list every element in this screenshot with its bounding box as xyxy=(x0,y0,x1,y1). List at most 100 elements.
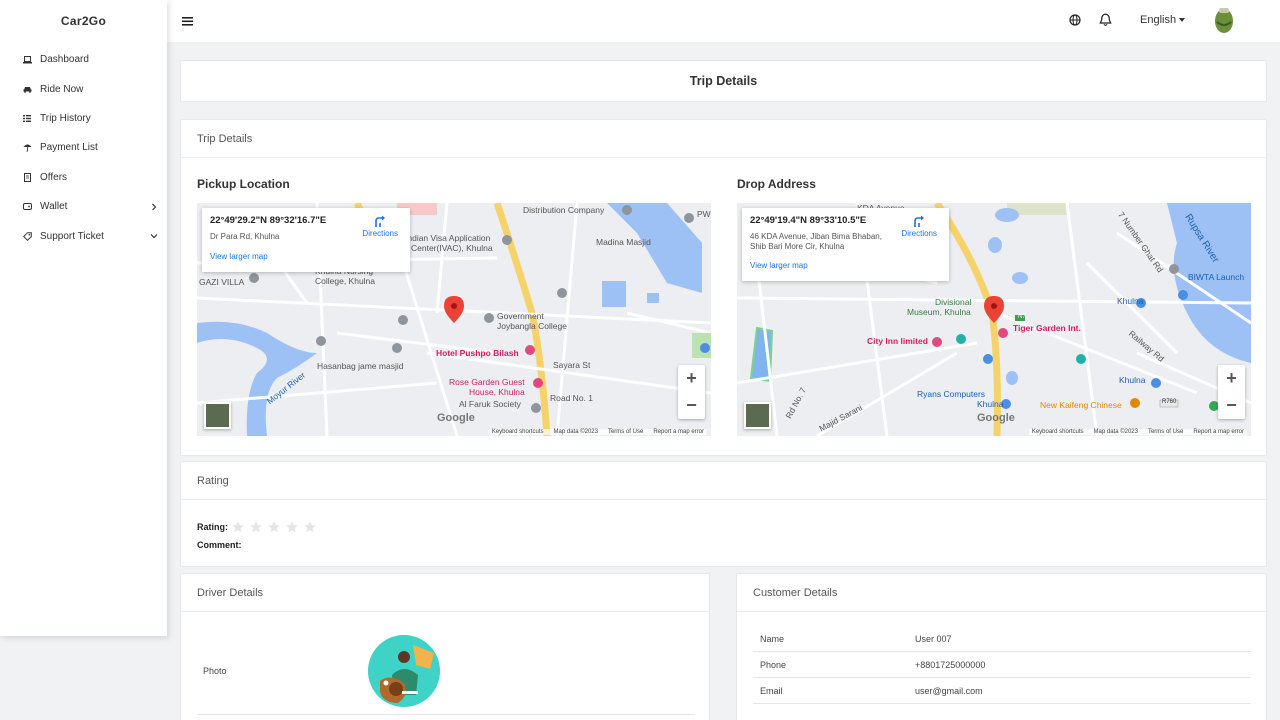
customer-phone-value: +8801725000000 xyxy=(915,659,986,670)
rating-row: Rating: xyxy=(197,520,317,534)
driver-details-card: Driver Details Photo xyxy=(180,573,710,720)
map-label-n7: N7 xyxy=(1018,314,1026,320)
map-label-sayara: Sayara St xyxy=(553,360,591,370)
pickup-info-window: 22°49'29.2"N 89°32'16.7"E Dr Para Rd, Kh… xyxy=(202,208,410,272)
map-label-pw: PW xyxy=(697,209,711,219)
customer-name-value: User 007 xyxy=(915,633,952,644)
map-label-divisional-1: Divisional xyxy=(935,297,972,307)
map-label-distribution: Distribution Company xyxy=(523,205,605,215)
sidebar-item-support-ticket[interactable]: Support Ticket xyxy=(0,221,167,250)
drop-view-larger-map-link[interactable]: View larger map xyxy=(750,261,941,270)
map-label-visa-1: Indian Visa Application xyxy=(405,233,491,243)
report-error-link[interactable]: Report a map error xyxy=(1193,429,1244,435)
page-title: Trip Details xyxy=(180,60,1267,102)
map-label-khulna-1: Khulna xyxy=(1117,296,1144,306)
keyboard-shortcuts-link[interactable]: Keyboard shortcuts xyxy=(1032,429,1084,435)
map-label-cityinn: City Inn limited xyxy=(867,336,928,346)
zoom-in-button[interactable]: + xyxy=(678,365,705,392)
keyboard-shortcuts-link[interactable]: Keyboard shortcuts xyxy=(492,429,544,435)
star-icon[interactable] xyxy=(303,520,317,534)
sidebar: Car2Go Dashboard Ride Now Trip History P… xyxy=(0,0,167,636)
drop-zoom-controls: + − xyxy=(1218,365,1245,419)
sidebar-item-wallet[interactable]: Wallet xyxy=(0,192,167,221)
bell-icon[interactable] xyxy=(1099,13,1112,27)
customer-table: Name User 007 Phone +8801725000000 Email… xyxy=(753,626,1251,704)
drop-satellite-toggle[interactable] xyxy=(744,402,771,429)
report-error-link[interactable]: Report a map error xyxy=(653,429,704,435)
star-icon[interactable] xyxy=(231,520,245,534)
sidebar-item-dashboard[interactable]: Dashboard xyxy=(0,45,167,74)
hamburger-menu-icon[interactable] xyxy=(182,15,194,27)
comment-label: Comment: xyxy=(197,540,242,550)
zoom-out-button[interactable]: − xyxy=(678,392,705,419)
trip-details-header: Trip Details xyxy=(181,120,1266,158)
sidebar-item-payment-list[interactable]: Payment List xyxy=(0,133,167,162)
map-label-rosegarden-1: Rose Garden Guest xyxy=(449,377,525,387)
list-icon xyxy=(22,113,32,123)
chevron-down-icon[interactable] xyxy=(149,231,159,241)
sidebar-item-offers[interactable]: Offers xyxy=(0,163,167,192)
globe-icon[interactable] xyxy=(1069,14,1081,26)
language-dropdown[interactable]: English xyxy=(1140,14,1186,26)
map-label-alfaruk: Al Faruk Society xyxy=(459,399,521,409)
map-data-text: Map data ©2023 xyxy=(1093,429,1138,435)
file-icon xyxy=(22,172,32,182)
star-icon[interactable] xyxy=(249,520,263,534)
user-avatar[interactable] xyxy=(1211,6,1237,34)
caret-down-icon xyxy=(1179,18,1186,22)
star-icon[interactable] xyxy=(285,520,299,534)
pickup-view-larger-map-link[interactable]: View larger map xyxy=(210,252,402,261)
chevron-right-icon[interactable] xyxy=(149,202,159,212)
rating-header: Rating xyxy=(181,462,1266,500)
map-label-govt-1: Government xyxy=(497,311,544,321)
map-label-kaifeng: New Kaifeng Chinese xyxy=(1040,400,1122,410)
umbrella-icon xyxy=(22,143,32,153)
map-label-divisional-2: Museum, Khulna xyxy=(907,307,971,317)
customer-phone-key: Phone xyxy=(760,659,787,670)
map-label-khulna-2: Khulna xyxy=(1119,375,1146,385)
pickup-satellite-toggle[interactable] xyxy=(204,402,231,429)
map-label-biwta: BIWTA Launch xyxy=(1188,272,1245,282)
map-label-madina: Madina Masjid xyxy=(596,237,651,247)
drop-directions-button[interactable]: Directions xyxy=(901,215,937,238)
pickup-zoom-controls: + − xyxy=(678,365,705,419)
drop-map[interactable]: Rupsa River 7 Number Ghat Rd BIWTA Launc… xyxy=(737,203,1251,436)
pickup-map[interactable]: Distribution Company Indian Visa Applica… xyxy=(197,203,711,436)
sidebar-item-trip-history[interactable]: Trip History xyxy=(0,104,167,133)
map-label-ryans: Ryans Computers xyxy=(917,389,986,399)
zoom-out-button[interactable]: − xyxy=(1218,392,1245,419)
table-row: Email user@gmail.com xyxy=(753,678,1251,704)
map-label-nursing-2: College, Khulna xyxy=(315,276,376,286)
zoom-in-button[interactable]: + xyxy=(1218,365,1245,392)
directions-icon xyxy=(913,215,925,229)
table-row: Name User 007 xyxy=(753,626,1251,652)
directions-icon xyxy=(374,215,386,229)
map-label-r760: R760 xyxy=(1162,399,1177,405)
sidebar-item-ride-now[interactable]: Ride Now xyxy=(0,74,167,103)
customer-email-value[interactable]: user@gmail.com xyxy=(915,686,1251,696)
google-logo: Google xyxy=(437,412,475,424)
driver-photo xyxy=(368,635,440,707)
map-label-gazi: GAZI VILLA xyxy=(199,277,245,287)
tag-icon xyxy=(22,231,32,241)
map-label-rosegarden-2: House, Khulna xyxy=(469,387,525,397)
drop-address-label: Drop Address xyxy=(737,177,816,191)
drop-map-footer: Keyboard shortcuts Map data ©2023 Terms … xyxy=(1028,429,1247,435)
map-label-hasanbag: Hasanbag jame masjid xyxy=(317,361,404,371)
driver-row-divider xyxy=(197,714,695,715)
language-label: English xyxy=(1140,14,1177,26)
map-data-text: Map data ©2023 xyxy=(553,429,598,435)
drop-info-window: 22°49'19.4"N 89°33'10.5"E 46 KDA Avenue,… xyxy=(742,208,949,281)
brand-logo[interactable]: Car2Go xyxy=(0,0,167,42)
terms-link[interactable]: Terms of Use xyxy=(1148,429,1183,435)
pickup-location-label: Pickup Location xyxy=(197,177,290,191)
rating-label: Rating: xyxy=(197,522,228,532)
driver-photo-label: Photo xyxy=(203,666,227,676)
pickup-map-footer: Keyboard shortcuts Map data ©2023 Terms … xyxy=(488,429,707,435)
customer-details-header: Customer Details xyxy=(737,574,1266,612)
pickup-directions-button[interactable]: Directions xyxy=(362,215,398,238)
star-icon[interactable] xyxy=(267,520,281,534)
terms-link[interactable]: Terms of Use xyxy=(608,429,643,435)
table-row: Phone +8801725000000 xyxy=(753,652,1251,678)
laptop-icon xyxy=(22,55,32,65)
